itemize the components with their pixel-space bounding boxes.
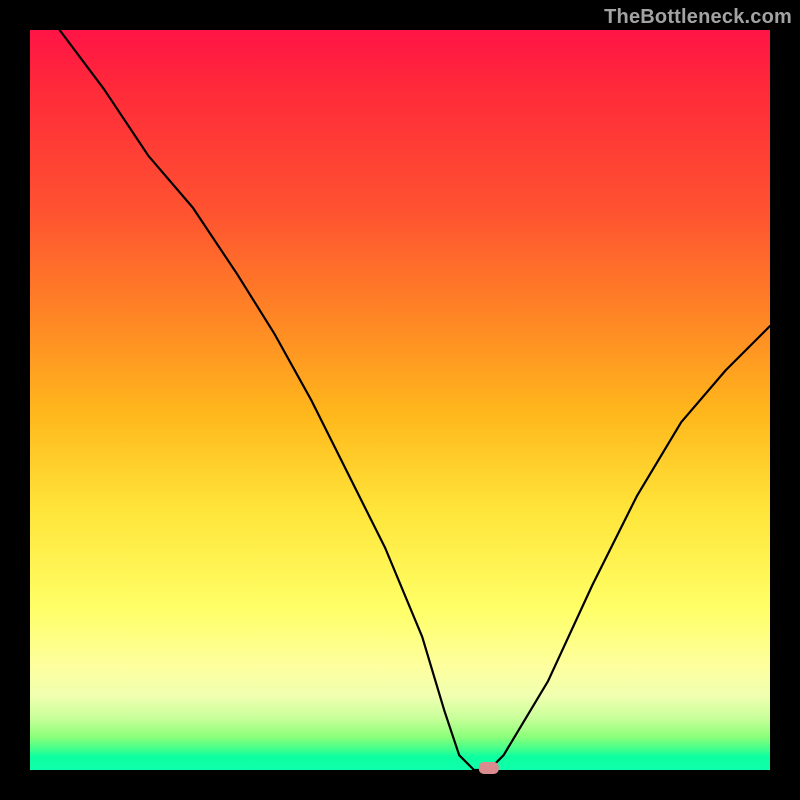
watermark-text: TheBottleneck.com: [604, 6, 792, 29]
plot-area: [30, 30, 770, 770]
chart-frame: TheBottleneck.com: [0, 0, 800, 800]
bottleneck-curve: [60, 30, 770, 770]
optimal-marker: [479, 762, 499, 774]
curve-svg: [30, 30, 770, 770]
